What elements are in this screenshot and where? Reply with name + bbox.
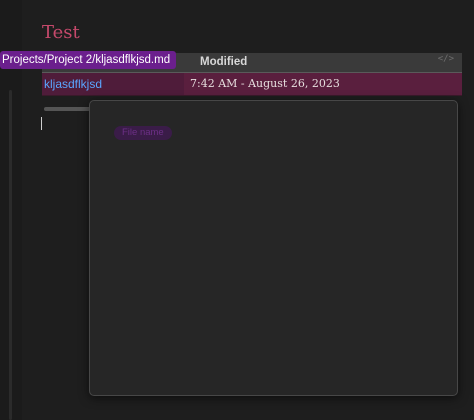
file-path-tooltip: Projects/Project 2/kljasdflkjsd.md <box>0 51 177 69</box>
name-cell: kljasdflkjsd <box>42 73 184 95</box>
text-cursor <box>41 117 42 130</box>
file-link[interactable]: kljasdflkjsd <box>44 73 102 95</box>
file-name-pill: File name <box>114 126 172 140</box>
vertical-scrollbar[interactable] <box>9 90 12 420</box>
modified-cell: 7:42 AM - August 26, 2023 <box>190 77 340 90</box>
hover-preview-popover[interactable]: File name <box>89 100 458 396</box>
code-icon[interactable]: </> <box>438 54 454 64</box>
table-row[interactable]: kljasdflkjsd 7:42 AM - August 26, 2023 <box>42 73 462 96</box>
column-header-modified[interactable]: Modified <box>200 53 247 72</box>
document-title: Test <box>42 22 80 43</box>
